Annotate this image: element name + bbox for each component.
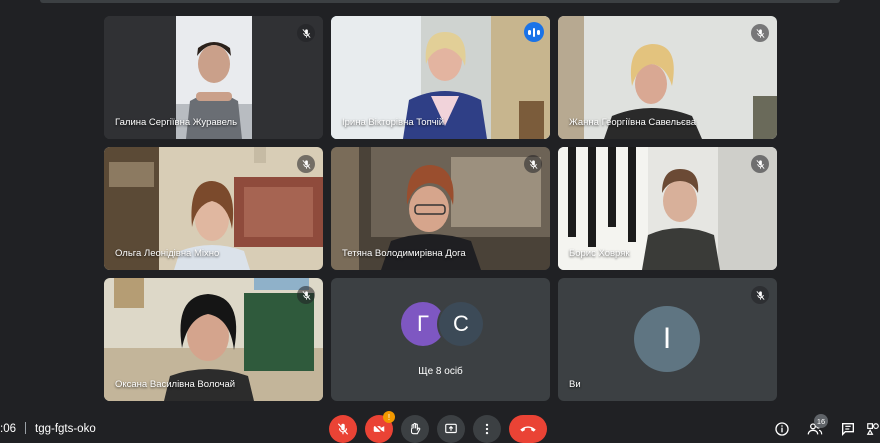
present-screen-button[interactable] — [437, 415, 465, 443]
participant-tile-5[interactable]: Тетяна Володимирівна Дога — [331, 147, 550, 270]
present-icon — [445, 423, 457, 434]
overflow-tile[interactable]: Г С Ще 8 осіб — [331, 278, 550, 401]
people-count-badge: 16 — [814, 414, 828, 428]
participant-name: Оксана Василівна Волочай — [115, 379, 236, 390]
hand-icon — [410, 422, 421, 435]
chat-icon — [842, 423, 854, 436]
camera-off-icon — [373, 423, 385, 435]
separator — [25, 422, 26, 434]
leave-call-button[interactable] — [509, 415, 547, 443]
meeting-controls-bar: :06 tgg-fgts-oko ! 16 — [0, 411, 880, 443]
people-button[interactable]: 16 — [806, 414, 828, 438]
participant-tile-3[interactable]: Жанна Георгіївна Савельєва — [558, 16, 777, 139]
self-tile[interactable]: І Ви — [558, 278, 777, 401]
mic-off-icon — [524, 155, 542, 173]
mic-off-icon — [337, 423, 349, 435]
mic-off-icon — [751, 155, 769, 173]
participant-name: Борис Ховряк — [569, 248, 630, 259]
top-bar — [40, 0, 840, 3]
overflow-label: Ще 8 осіб — [418, 366, 463, 377]
meeting-code: tgg-fgts-oko — [35, 423, 96, 435]
participant-tile-7[interactable]: Оксана Василівна Волочай — [104, 278, 323, 401]
activities-button[interactable] — [866, 420, 880, 438]
mic-off-icon — [297, 155, 315, 173]
participant-name: Жанна Георгіївна Савельєва — [569, 117, 697, 128]
mic-off-icon — [751, 24, 769, 42]
top-strip — [0, 0, 880, 6]
participant-name: Ірина Вікторівна Топчій — [342, 117, 445, 128]
overflow-avatar: С — [439, 302, 483, 346]
participant-name: Ольга Леонідівна Міхно — [115, 248, 220, 259]
more-options-button[interactable] — [473, 415, 501, 443]
participant-tile-6[interactable]: Борис Ховряк — [558, 147, 777, 270]
chat-button[interactable] — [839, 420, 857, 438]
speaking-indicator-icon — [524, 22, 544, 42]
mic-off-icon — [297, 24, 315, 42]
meeting-details: :06 tgg-fgts-oko — [0, 422, 96, 435]
participant-tile-1[interactable]: Галина Сергіївна Журавель — [104, 16, 323, 139]
participant-tile-2[interactable]: Ірина Вікторівна Топчій — [331, 16, 550, 139]
more-vert-icon — [485, 423, 489, 435]
participant-name: Галина Сергіївна Журавель — [115, 117, 238, 128]
camera-warning-badge: ! — [383, 411, 395, 423]
mic-toggle-button[interactable] — [329, 415, 357, 443]
self-name: Ви — [569, 379, 581, 390]
raise-hand-button[interactable] — [401, 415, 429, 443]
camera-toggle-button[interactable]: ! — [365, 411, 395, 443]
mic-off-icon — [297, 286, 315, 304]
participant-name: Тетяна Володимирівна Дога — [342, 248, 466, 259]
info-icon — [775, 422, 789, 436]
end-call-icon — [520, 426, 536, 432]
mic-off-icon — [751, 286, 769, 304]
participant-tile-4[interactable]: Ольга Леонідівна Міхно — [104, 147, 323, 270]
meeting-time: :06 — [0, 423, 16, 435]
self-avatar: І — [634, 306, 700, 372]
activities-icon — [866, 423, 879, 435]
meeting-info-button[interactable] — [773, 420, 791, 438]
